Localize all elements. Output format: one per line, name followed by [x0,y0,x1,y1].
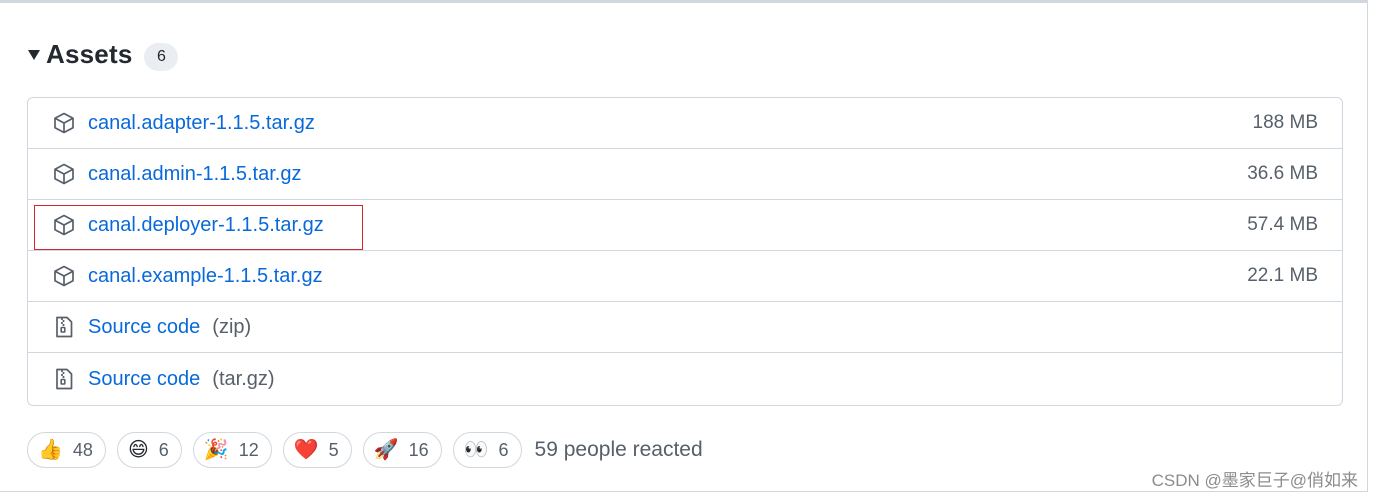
thumbs-up-icon: 👍 [38,439,63,461]
caret-down-icon [28,50,40,60]
reaction-count: 6 [498,439,509,460]
eyes-icon: 👀 [463,439,489,461]
reactions-summary: 59 people reacted [534,438,703,461]
reaction-count: 5 [328,439,339,460]
asset-row-example: canal.example-1.1.5.tar.gz 22.1 MB [28,251,1342,302]
assets-title: Assets [46,38,133,69]
asset-size: 188 MB [1252,112,1318,133]
asset-row-source-targz: Source code (tar.gz) [28,353,1342,405]
asset-size: 36.6 MB [1247,163,1318,184]
watermark: CSDN @墨家巨子@俏如来 [1151,471,1358,490]
hooray-icon: 🎉 [203,439,229,461]
asset-row-source-zip: Source code (zip) [28,302,1342,353]
source-code-link[interactable]: Source code [88,316,200,339]
asset-link[interactable]: canal.admin-1.1.5.tar.gz [88,163,301,186]
asset-link[interactable]: canal.example-1.1.5.tar.gz [88,265,323,288]
reaction-count: 48 [72,439,93,460]
source-code-link[interactable]: Source code [88,368,200,391]
asset-link[interactable]: canal.deployer-1.1.5.tar.gz [88,214,324,237]
package-icon [52,162,76,186]
reaction-thumbs-up[interactable]: 👍 48 [27,432,106,468]
package-icon [52,264,76,288]
package-icon [52,213,76,237]
reactions-bar: 👍 48 😄 6 🎉 12 ❤️ 5 🚀 16 👀 6 59 people re… [27,431,703,469]
asset-row-adapter: canal.adapter-1.1.5.tar.gz 188 MB [28,98,1342,149]
reaction-eyes[interactable]: 👀 6 [452,432,522,468]
assets-list: canal.adapter-1.1.5.tar.gz 188 MB canal.… [27,97,1343,406]
reaction-hooray[interactable]: 🎉 12 [192,432,272,468]
reaction-count: 16 [408,439,429,460]
source-code-ext: (zip) [212,315,252,338]
asset-link[interactable]: canal.adapter-1.1.5.tar.gz [88,112,315,135]
asset-size: 22.1 MB [1247,265,1318,286]
asset-row-deployer: canal.deployer-1.1.5.tar.gz 57.4 MB [28,200,1342,251]
assets-toggle[interactable]: Assets 6 [28,34,179,74]
file-zip-icon [52,315,76,339]
assets-count-badge: 6 [144,43,179,71]
rocket-icon: 🚀 [373,439,399,461]
package-icon [52,111,76,135]
asset-row-admin: canal.admin-1.1.5.tar.gz 36.6 MB [28,149,1342,200]
laugh-icon: 😄 [127,439,149,461]
asset-size: 57.4 MB [1247,214,1318,235]
source-code-ext: (tar.gz) [212,367,275,390]
reaction-heart[interactable]: ❤️ 5 [282,432,352,468]
heart-icon: ❤️ [293,439,319,461]
reaction-rocket[interactable]: 🚀 16 [362,432,442,468]
reaction-count: 12 [238,439,259,460]
reaction-laugh[interactable]: 😄 6 [116,432,182,468]
reaction-count: 6 [158,439,169,460]
file-zip-icon [52,367,76,391]
